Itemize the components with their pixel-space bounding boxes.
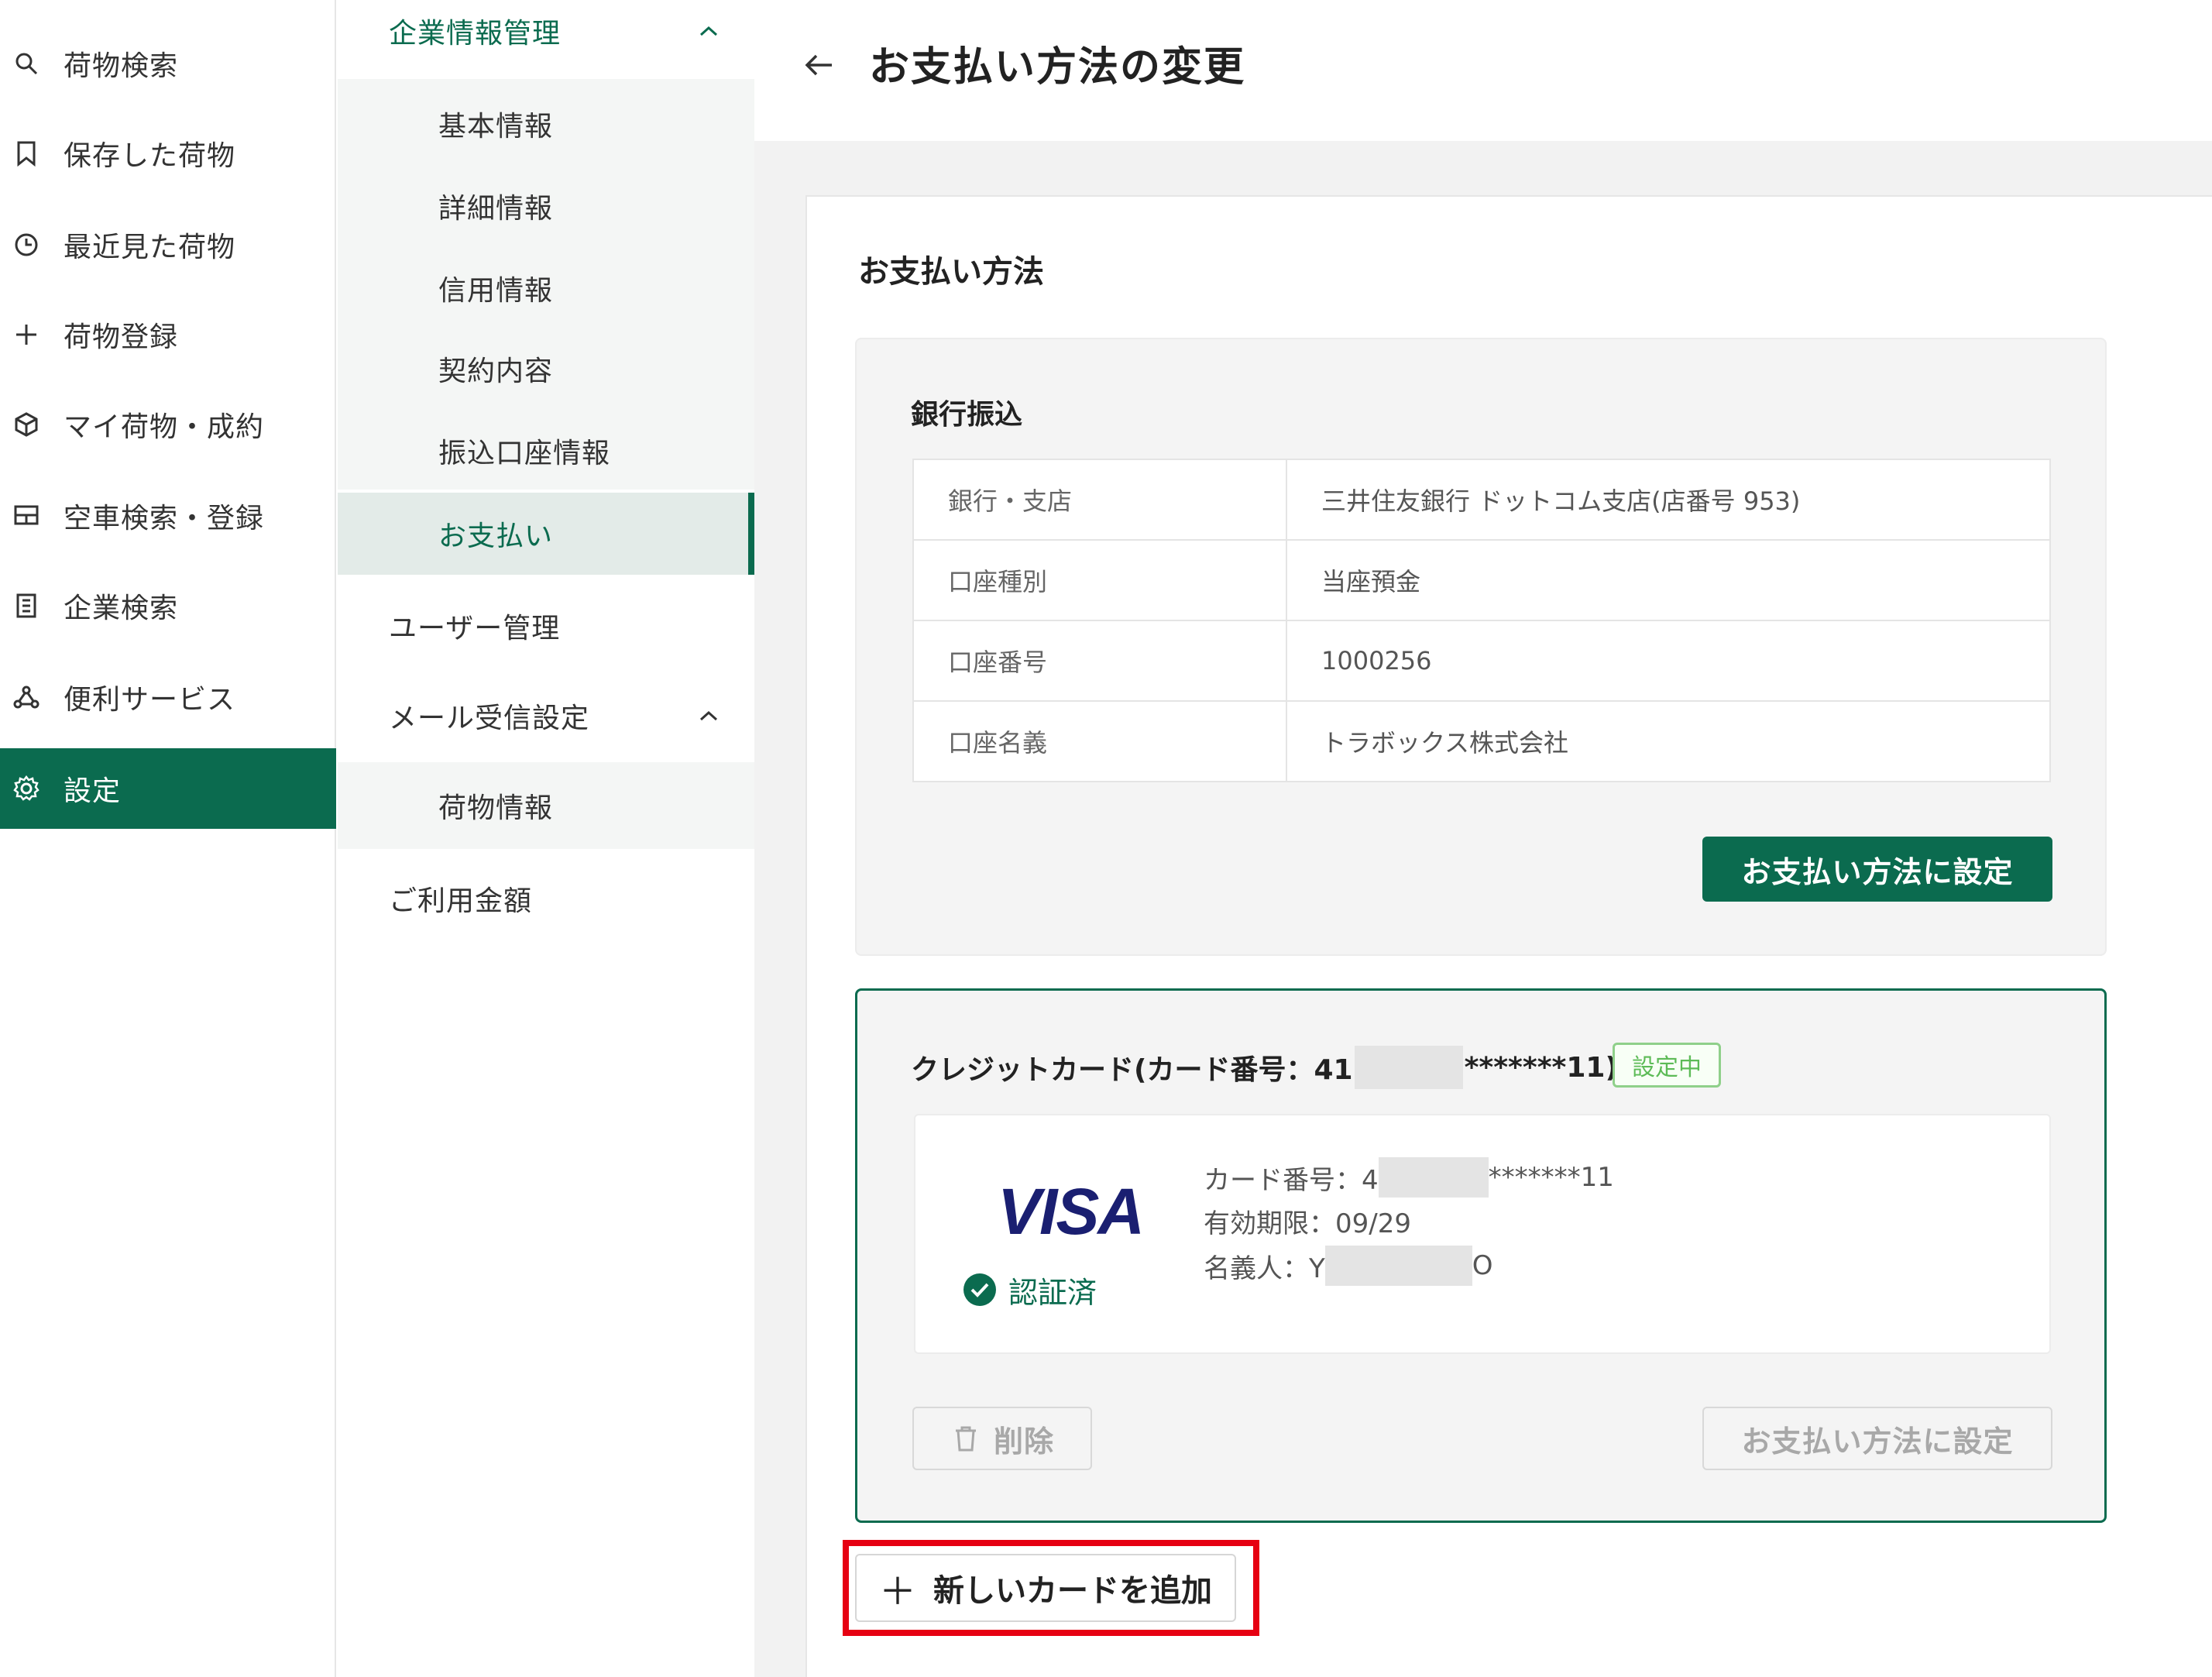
redacted-mask [1378, 1157, 1489, 1198]
set-bank-payment-button[interactable]: お支払い方法に設定 [1702, 837, 2052, 902]
building-icon [11, 590, 42, 621]
menu-item-label: 信用情報 [438, 275, 554, 307]
menu-item-label: 詳細情報 [438, 193, 554, 225]
nav-item-company-search[interactable]: 企業検索 [0, 565, 336, 646]
table-value: 1000256 [1286, 620, 2050, 702]
status-badge: 設定中 [1613, 1043, 1721, 1088]
nav-item-label: 最近見た荷物 [64, 232, 236, 263]
check-circle-icon [962, 1272, 998, 1308]
menu-item-transfer-account[interactable]: 振込口座情報 [338, 411, 754, 491]
menu-item-label: ユーザー管理 [389, 613, 561, 644]
nav-item-cargo-register[interactable]: 荷物登録 [0, 294, 336, 375]
nav-item-truck-search[interactable]: 空車検索・登録 [0, 476, 336, 556]
table-value: トラボックス株式会社 [1321, 728, 1569, 758]
back-arrow-icon[interactable] [798, 45, 838, 85]
credit-card-title-prefix: クレジットカード(カード番号：41 [911, 1054, 1353, 1086]
menu-item-credit-info[interactable]: 信用情報 [338, 248, 754, 328]
credit-card-title-suffix: *******11) [1464, 1051, 1618, 1084]
bank-transfer-title: 銀行振込 [911, 399, 1023, 431]
set-card-payment-button[interactable]: お支払い方法に設定 [1702, 1407, 2052, 1470]
add-card-button[interactable]: ＋ 新しいカードを追加 [855, 1554, 1236, 1622]
menu-item-label: お支払い [438, 521, 554, 552]
menu-item-label: ご利用金額 [389, 885, 533, 917]
table-value: 当座預金 [1286, 540, 2050, 621]
plus-icon [11, 319, 42, 350]
nav-item-services[interactable]: 便利サービス [0, 657, 336, 737]
nav-item-label: 空車検索・登録 [64, 503, 265, 534]
card-holder-suffix: O [1472, 1250, 1493, 1281]
card-holder-prefix: 名義人：Y [1204, 1253, 1325, 1284]
menu-item-label: 振込口座情報 [438, 438, 611, 469]
card-expiry-line: 有効期限：09/29 [1204, 1202, 1411, 1240]
menu-item-label: 基本情報 [438, 111, 554, 143]
menu-item-user-management[interactable]: ユーザー管理 [338, 586, 754, 666]
table-value: 三井住友銀行 ドットコム支店(店番号 953) [1286, 459, 2050, 541]
main-navigation: 荷物検索 保存した荷物 最近見た荷物 荷物登録 マイ荷物・成約 空車検索・登録 [0, 0, 336, 1677]
credit-card-title: クレジットカード(カード番号：41 *******11) [911, 1046, 1618, 1089]
nav-item-my-cargo[interactable]: マイ荷物・成約 [0, 384, 336, 465]
table-key: 口座名義 [913, 701, 1287, 782]
settings-menu: 企業情報管理 基本情報 詳細情報 信用情報 契約内容 振込口座情報 お支払い ユ… [338, 0, 754, 1677]
card-holder-line: 名義人：Y O [1204, 1246, 1493, 1286]
search-icon [11, 48, 42, 79]
card-number-prefix: カード番号：4 [1204, 1164, 1379, 1196]
nav-item-label: 企業検索 [64, 593, 179, 624]
table-row: 銀行・支店 三井住友銀行 ドットコム支店(店番号 953) [913, 459, 2050, 541]
trash-icon [950, 1423, 981, 1454]
table-key: 銀行・支店 [913, 459, 1287, 541]
box-icon [11, 409, 42, 440]
menu-item-cargo-info[interactable]: 荷物情報 [338, 765, 754, 846]
redacted-mask [1324, 1246, 1472, 1286]
history-icon [11, 229, 42, 260]
table-row: 口座種別 当座預金 [913, 540, 2050, 621]
menu-item-detail-info[interactable]: 詳細情報 [338, 166, 754, 246]
plus-icon: ＋ [878, 1570, 916, 1613]
nav-item-label: マイ荷物・成約 [64, 411, 265, 443]
section-title: お支払い方法 [858, 254, 1044, 290]
nav-item-label: 保存した荷物 [64, 140, 236, 172]
table-key: 口座番号 [913, 620, 1287, 702]
bank-account-table: 銀行・支店 三井住友銀行 ドットコム支店(店番号 953) 口座種別 当座預金 … [912, 459, 2051, 782]
visa-logo: VISA [998, 1175, 1145, 1248]
menu-item-basic-info[interactable]: 基本情報 [338, 84, 754, 164]
menu-item-label: 荷物情報 [438, 792, 554, 824]
card-expiry: 有効期限：09/29 [1204, 1208, 1411, 1239]
menu-group-label: 企業情報管理 [389, 18, 562, 50]
menu-item-label: 契約内容 [438, 356, 554, 387]
gear-icon [11, 773, 42, 804]
nav-item-recent-cargo[interactable]: 最近見た荷物 [0, 204, 336, 285]
menu-group-company-info[interactable]: 企業情報管理 [338, 0, 754, 62]
menu-item-usage-fee[interactable]: ご利用金額 [338, 858, 754, 939]
table-row: 口座名義 トラボックス株式会社 [913, 701, 2050, 782]
chevron-up-icon [697, 704, 720, 727]
bookmark-icon [11, 138, 42, 169]
verified-label: 認証済 [1008, 1276, 1097, 1310]
truck-icon [11, 500, 42, 531]
network-icon [11, 682, 42, 713]
table-row: 口座番号 1000256 [913, 620, 2050, 702]
delete-button-label: 削除 [993, 1424, 1054, 1459]
nav-item-cargo-search[interactable]: 荷物検索 [0, 23, 336, 104]
chevron-up-icon [697, 19, 720, 43]
nav-item-saved-cargo[interactable]: 保存した荷物 [0, 113, 336, 194]
menu-item-contract[interactable]: 契約内容 [338, 328, 754, 409]
nav-item-label: 荷物検索 [64, 50, 179, 82]
card-number-line: カード番号：4 *******11 [1204, 1157, 1614, 1198]
page-title: お支払い方法の変更 [869, 44, 1246, 91]
menu-item-payment[interactable]: お支払い [338, 493, 754, 575]
redacted-mask [1354, 1046, 1463, 1089]
nav-item-settings[interactable]: 設定 [0, 748, 336, 829]
nav-item-label: 便利サービス [64, 684, 236, 716]
delete-card-button[interactable]: 削除 [912, 1407, 1092, 1470]
menu-group-mail-settings[interactable]: メール受信設定 [338, 675, 754, 756]
nav-item-label: 荷物登録 [64, 321, 179, 353]
table-key: 口座種別 [913, 540, 1287, 621]
card-number-suffix: *******11 [1488, 1162, 1614, 1193]
menu-group-label: メール受信設定 [389, 703, 590, 734]
nav-item-label: 設定 [64, 775, 122, 807]
add-card-label: 新しいカードを追加 [933, 1573, 1212, 1609]
